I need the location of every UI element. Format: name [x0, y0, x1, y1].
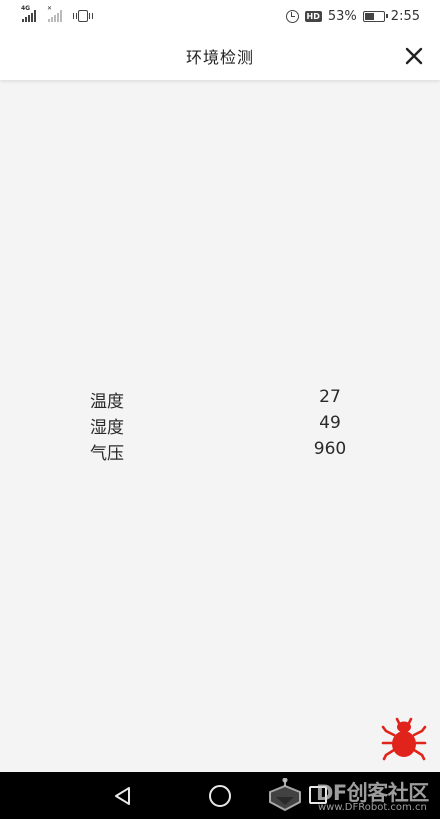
signal-sim1-icon: 4G [21, 5, 36, 22]
close-button[interactable] [402, 44, 426, 68]
vibrate-icon [73, 10, 93, 22]
battery-icon [362, 10, 388, 22]
reading-value: 960 [313, 439, 347, 459]
title-bar: 环境检测 [0, 32, 440, 80]
close-icon [405, 47, 423, 65]
home-circle-icon[interactable] [209, 785, 231, 807]
status-right: HD 53% 2:55 [285, 8, 420, 24]
reading-value: 49 [319, 413, 341, 433]
reading-label: 气压 [90, 444, 124, 464]
sim1-network-tag: 4G [21, 5, 31, 12]
reading-row-pressure: 气压 960 [0, 437, 440, 464]
status-bar: 4G ✕ HD 53% 2:55 [0, 0, 440, 32]
back-triangle-icon[interactable] [112, 785, 134, 807]
sim2-network-tag: ✕ [47, 5, 53, 12]
page-title: 环境检测 [185, 48, 254, 67]
dfrobot-logo-icon [269, 778, 301, 812]
reading-label: 温度 [90, 392, 124, 412]
clock-time: 2:55 [390, 8, 420, 24]
reading-row-temperature: 温度 27 [0, 385, 440, 412]
reading-value: 27 [319, 387, 341, 407]
watermark: DF创客社区 www.DFRobot.com.cn [266, 774, 438, 814]
watermark-url: www.DFRobot.com.cn [318, 802, 427, 813]
alarm-icon [285, 9, 299, 23]
bug-icon[interactable] [381, 717, 427, 761]
signal-sim2-icon: ✕ [47, 5, 62, 22]
reading-row-humidity: 湿度 49 [0, 411, 440, 438]
battery-percent: 53% [327, 8, 357, 24]
sensor-readings: 温度 27 湿度 49 气压 960 [0, 385, 440, 464]
reading-label: 湿度 [90, 418, 124, 438]
status-left: 4G ✕ [21, 5, 93, 22]
hd-badge: HD [304, 10, 322, 22]
